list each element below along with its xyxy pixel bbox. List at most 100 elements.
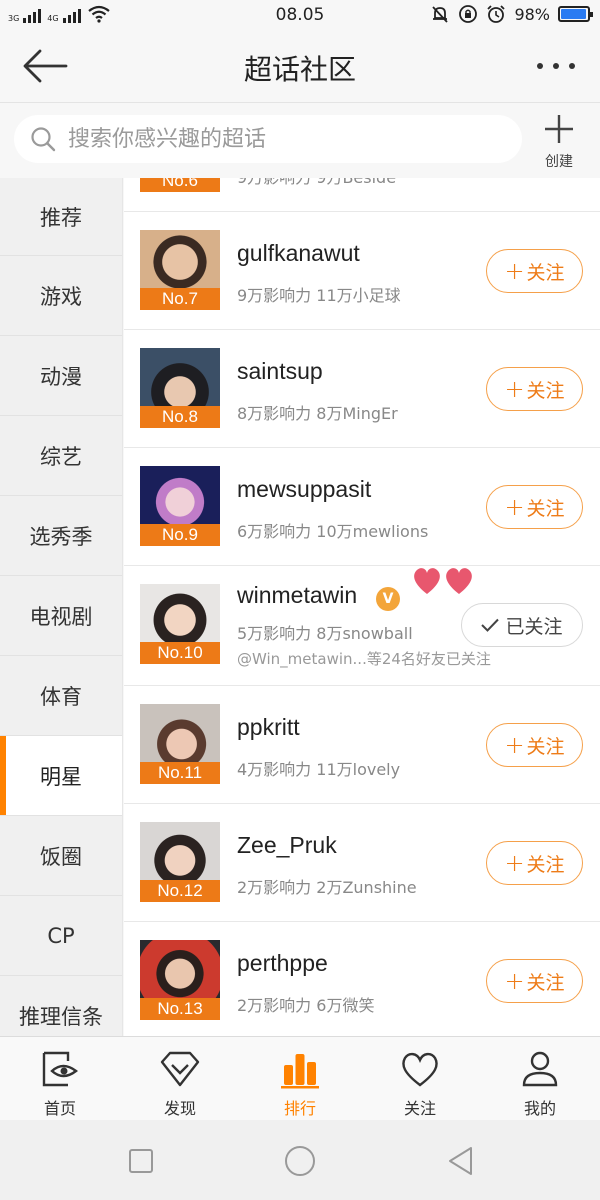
row-stats: 8万影响力 8万MingEr — [237, 404, 398, 423]
battery-fill — [561, 9, 587, 19]
follow-button[interactable]: + 关注 — [486, 723, 583, 767]
sidebar-item-cp[interactable]: CP — [0, 896, 122, 976]
sidebar-item-tv-drama[interactable]: 电视剧 — [0, 576, 122, 656]
sidebar-item-games[interactable]: 游戏 — [0, 256, 122, 336]
avatar: No.8 — [140, 348, 220, 428]
star-name: winmetawin — [237, 582, 358, 608]
followed-button[interactable]: 已关注 — [461, 603, 583, 647]
avatar: No.7 — [140, 230, 220, 310]
follow-label: 关注 — [526, 735, 565, 758]
tab-discover[interactable]: 发现 — [120, 1037, 240, 1120]
battery-icon — [558, 6, 593, 22]
more-dots-icon[interactable] — [534, 52, 578, 80]
plus-icon: + — [504, 493, 525, 521]
star-name: Zee_Pruk — [237, 832, 337, 858]
row-stats: 6万影响力 10万mewlions — [237, 522, 429, 541]
rank-badge: No.6 — [140, 178, 220, 192]
plus-icon: + — [504, 257, 525, 285]
row-stats: 9万影响力 9万Beside — [237, 178, 396, 188]
create-button[interactable]: 创建 — [534, 111, 584, 171]
star-name: gulfkanawut — [237, 240, 360, 266]
rank-badge: No.7 — [140, 288, 220, 310]
status-bar: 3G 4G 08.05 98% — [0, 0, 600, 30]
list-item[interactable]: No.7 gulfkanawut 9万影响力 11万小足球 + 关注 — [124, 212, 600, 330]
tab-me[interactable]: 我的 — [480, 1037, 600, 1120]
follow-label: 关注 — [526, 261, 565, 284]
home-circle-icon[interactable] — [283, 1144, 317, 1178]
rank-badge: No.10 — [140, 642, 220, 664]
star-name: saintsup — [237, 358, 323, 384]
tab-label: 我的 — [523, 1099, 556, 1118]
list-item[interactable]: No.6 9万影响力 9万Beside — [124, 178, 600, 212]
avatar: No.11 — [140, 704, 220, 784]
page-title: 超话社区 — [243, 53, 356, 86]
sidebar-item-anime[interactable]: 动漫 — [0, 336, 122, 416]
heart-icon — [402, 1052, 438, 1087]
list-item[interactable]: No.9 mewsuppasit 6万影响力 10万mewlions + 关注 — [124, 448, 600, 566]
avatar: No.10 — [140, 584, 220, 664]
plus-icon: + — [504, 967, 525, 995]
mute-bell-icon — [432, 6, 449, 23]
list-item[interactable]: No.8 saintsup 8万影响力 8万MingEr + 关注 — [124, 330, 600, 448]
avatar: No.9 — [140, 466, 220, 546]
sidebar-item-stars[interactable]: 明星 — [0, 736, 122, 816]
follow-button[interactable]: + 关注 — [486, 841, 583, 885]
search-box[interactable] — [14, 115, 522, 163]
list-item[interactable]: No.12 Zee_Pruk 2万影响力 2万Zunshine + 关注 — [124, 804, 600, 922]
tab-label: 排行 — [283, 1099, 316, 1118]
rank-badge: No.8 — [140, 406, 220, 428]
tab-ranking[interactable]: 排行 — [240, 1037, 360, 1120]
sidebar-item-label: 体育 — [40, 684, 82, 709]
follow-label: 关注 — [526, 379, 565, 402]
rotation-lock-icon — [459, 5, 478, 23]
follow-button[interactable]: + 关注 — [486, 249, 583, 293]
sidebar-item-sports[interactable]: 体育 — [0, 656, 122, 736]
row-stats: 2万影响力 6万微笑 — [237, 996, 375, 1015]
arrow-left-icon[interactable] — [22, 48, 68, 84]
follow-label: 关注 — [526, 497, 565, 520]
avatar: No.6 — [140, 178, 220, 192]
follow-button[interactable]: + 关注 — [486, 367, 583, 411]
list-item[interactable]: No.10 winmetawin V 5万影响力 8万snowball @Win… — [124, 566, 600, 686]
friends-followed-text: @Win_metawin...等24名好友已关注 — [237, 650, 491, 668]
list-item[interactable]: No.11 ppkritt 4万影响力 11万lovely + 关注 — [124, 686, 600, 804]
sidebar-item-label: 饭圈 — [40, 844, 82, 869]
category-sidebar: 推荐 游戏 动漫 综艺 选秀季 电视剧 体育 明星 饭圈 CP 推理信条 — [0, 178, 123, 1036]
sidebar-item-label: 综艺 — [40, 444, 82, 469]
row-stats: 4万影响力 11万lovely — [237, 760, 401, 779]
row-stats: 5万影响力 8万snowball — [237, 624, 413, 643]
alarm-icon — [487, 5, 506, 23]
tab-label: 发现 — [163, 1099, 196, 1118]
row-stats: 9万影响力 11万小足球 — [237, 286, 401, 305]
sidebar-item-label: 推荐 — [40, 205, 82, 230]
sidebar-item-label: 明星 — [40, 764, 82, 789]
header: 超话社区 — [0, 30, 600, 102]
tab-follow[interactable]: 关注 — [360, 1037, 480, 1120]
home-eye-icon — [42, 1051, 78, 1087]
search-row: 创建 — [0, 102, 600, 178]
hearts-icon — [414, 568, 472, 594]
sidebar-item-variety[interactable]: 综艺 — [0, 416, 122, 496]
sidebar-item-label: 推理信条 — [19, 1004, 103, 1029]
avatar: No.13 — [140, 940, 220, 1020]
plus-icon: + — [504, 375, 525, 403]
status-icons: 98% — [430, 4, 593, 24]
tab-home[interactable]: 首页 — [0, 1037, 120, 1120]
follow-button[interactable]: + 关注 — [486, 485, 583, 529]
follow-button[interactable]: + 关注 — [486, 959, 583, 1003]
search-input[interactable] — [68, 126, 488, 152]
recent-apps-icon[interactable] — [124, 1144, 158, 1178]
tab-label: 关注 — [403, 1099, 436, 1118]
star-name: perthppe — [237, 950, 328, 976]
rank-badge: No.9 — [140, 524, 220, 546]
sidebar-item-fan-circle[interactable]: 饭圈 — [0, 816, 122, 896]
sidebar-item-talent-show[interactable]: 选秀季 — [0, 496, 122, 576]
rank-badge: No.13 — [140, 998, 220, 1020]
sidebar-item-mystery[interactable]: 推理信条 — [0, 976, 122, 1036]
follow-label: 关注 — [526, 853, 565, 876]
list-item[interactable]: No.13 perthppe 2万影响力 6万微笑 + 关注 — [124, 922, 600, 1036]
row-stats: 2万影响力 2万Zunshine — [237, 878, 417, 897]
sidebar-item-recommend[interactable]: 推荐 — [0, 178, 122, 256]
back-triangle-icon[interactable] — [444, 1144, 478, 1178]
sidebar-item-label: 电视剧 — [29, 604, 93, 629]
